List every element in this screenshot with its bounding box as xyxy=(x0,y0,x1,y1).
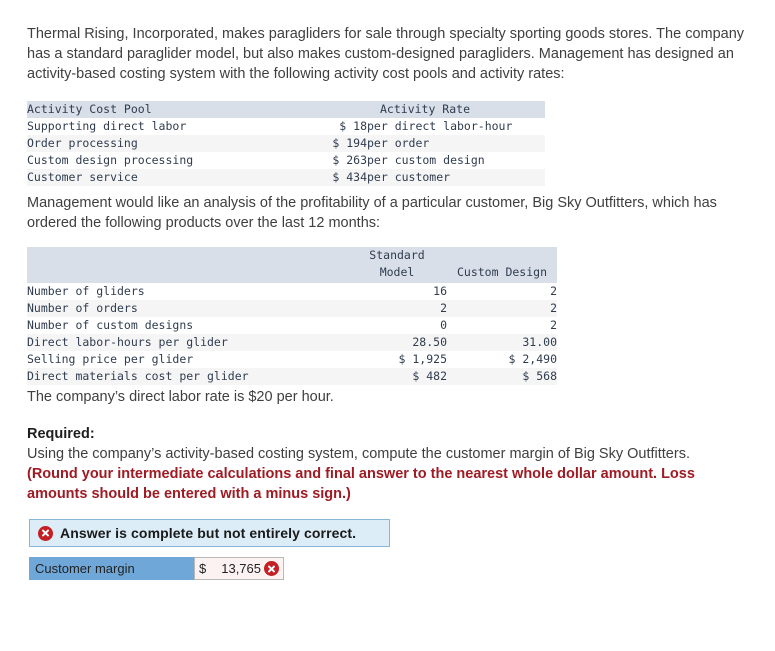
table-row: Number of orders 2 2 xyxy=(27,300,557,317)
table-row: Customer service $ 434 per customer xyxy=(27,169,546,186)
answer-status-text: Answer is complete but not entirely corr… xyxy=(60,525,357,541)
table-row: Custom design processing $ 263 per custo… xyxy=(27,152,546,169)
customer-margin-input[interactable]: $ 13,765 xyxy=(194,557,284,580)
analysis-paragraph: Management would like an analysis of the… xyxy=(27,195,717,231)
table-row: Supporting direct labor $ 18 per direct … xyxy=(27,118,546,135)
cell-standard: $ 1,925 xyxy=(398,352,447,366)
cell-item: Number of gliders xyxy=(27,284,145,298)
labor-rate-paragraph: The company’s direct labor rate is $20 p… xyxy=(27,389,334,405)
cell-standard: 28.50 xyxy=(412,335,447,349)
cell-rate-unit: per direct labor-hour xyxy=(367,119,513,133)
cell-rate-unit: per custom design xyxy=(367,153,485,167)
table-header-row: Standard Model Custom Design xyxy=(27,247,557,283)
cell-cost-pool: Customer service xyxy=(27,170,138,184)
cell-standard: 2 xyxy=(440,301,447,315)
required-block: Required: Using the company’s activity-b… xyxy=(27,424,757,504)
cell-standard: 16 xyxy=(433,284,447,298)
customer-orders-table: Standard Model Custom Design Number of g… xyxy=(27,247,557,385)
intro-paragraph: Thermal Rising, Incorporated, makes para… xyxy=(27,26,745,82)
cell-cost-pool: Custom design processing xyxy=(27,153,194,167)
cell-item: Number of orders xyxy=(27,301,138,315)
table-row: Direct materials cost per glider $ 482 $… xyxy=(27,368,557,385)
cell-cost-pool: Supporting direct labor xyxy=(27,119,187,133)
table-row: Direct labor-hours per glider 28.50 31.0… xyxy=(27,334,557,351)
cell-standard: $ 482 xyxy=(412,369,447,383)
cell-rate: $ 18 xyxy=(339,119,367,133)
cell-custom: 2 xyxy=(550,318,557,332)
table-row: Order processing $ 194 per order xyxy=(27,135,546,152)
cell-cost-pool: Order processing xyxy=(27,136,138,150)
cell-custom: 2 xyxy=(550,284,557,298)
column-header-activity-cost-pool: Activity Cost Pool xyxy=(27,101,305,118)
cell-custom: $ 2,490 xyxy=(508,352,557,366)
table-header-row: Activity Cost Pool Activity Rate xyxy=(27,101,546,118)
required-heading: Required: xyxy=(27,426,95,442)
column-header-custom-design: Custom Design xyxy=(447,247,557,283)
cell-standard: 0 xyxy=(440,318,447,332)
cell-item: Selling price per glider xyxy=(27,352,194,366)
cell-rate-unit: per customer xyxy=(367,170,451,184)
cell-rate: $ 194 xyxy=(332,136,367,150)
cell-custom: 2 xyxy=(550,301,557,315)
column-header-activity-rate: Activity Rate xyxy=(305,101,546,118)
customer-margin-label-text: Customer margin xyxy=(35,561,135,576)
question-page: Thermal Rising, Incorporated, makes para… xyxy=(0,0,775,651)
customer-margin-answer-row: Customer margin $ 13,765 xyxy=(29,557,284,580)
currency-symbol: $ xyxy=(199,561,207,576)
cell-rate: $ 434 xyxy=(332,170,367,184)
table-row: Selling price per glider $ 1,925 $ 2,490 xyxy=(27,351,557,368)
cell-custom: $ 568 xyxy=(522,369,557,383)
cell-rate: $ 263 xyxy=(332,153,367,167)
table-row: Number of gliders 16 2 xyxy=(27,283,557,300)
required-text: Using the company’s activity-based costi… xyxy=(27,446,690,462)
answer-status-banner: Answer is complete but not entirely corr… xyxy=(29,519,390,547)
table-row: Number of custom designs 0 2 xyxy=(27,317,557,334)
column-header-standard-model: Standard Model xyxy=(347,247,447,283)
column-header-blank xyxy=(27,247,347,283)
cell-item: Number of custom designs xyxy=(27,318,194,332)
customer-margin-label: Customer margin xyxy=(29,557,194,580)
cell-item: Direct materials cost per glider xyxy=(27,369,249,383)
cell-item: Direct labor-hours per glider xyxy=(27,335,228,349)
error-x-icon xyxy=(38,525,53,541)
cell-rate-unit: per order xyxy=(367,136,430,150)
activity-rate-table: Activity Cost Pool Activity Rate Support… xyxy=(27,101,546,186)
cell-custom: 31.00 xyxy=(522,335,557,349)
required-note: (Round your intermediate calculations an… xyxy=(27,466,695,502)
customer-margin-value[interactable]: 13,765 xyxy=(206,561,264,576)
error-x-icon xyxy=(264,561,279,576)
